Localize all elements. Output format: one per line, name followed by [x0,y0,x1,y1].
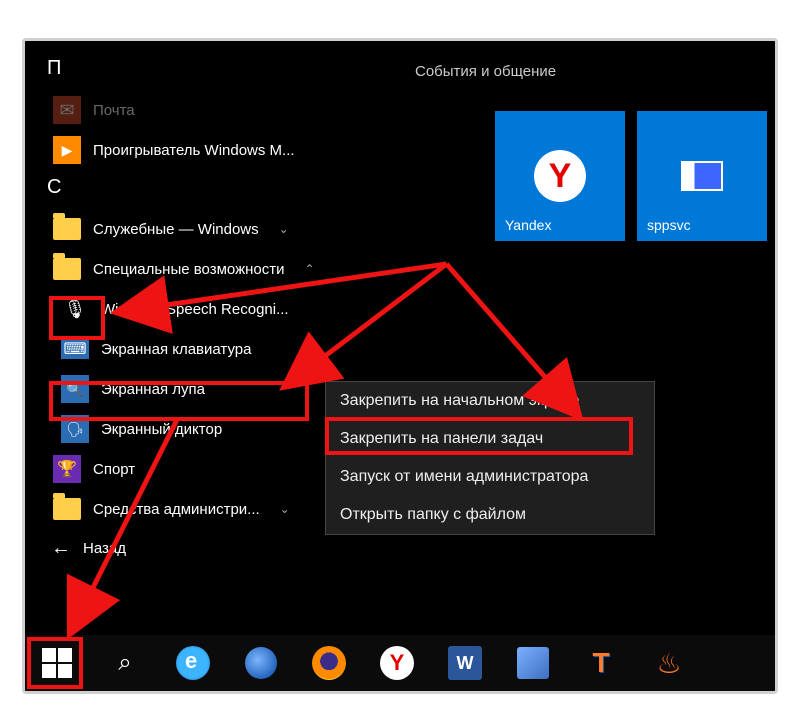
tile-label: sppsvc [647,217,691,233]
taskbar-ie[interactable] [169,641,217,685]
taskbar: ⌕ Y W T ♨ [25,635,775,691]
windows-logo-icon [42,648,72,678]
app-label: Экранная клавиатура [101,341,251,358]
context-open-folder[interactable]: Открыть папку с файлом [326,496,654,534]
tt-icon: T [592,647,609,679]
tile-yandex[interactable]: Y Yandex [495,111,625,241]
tile-label: Yandex [505,217,551,233]
app-ease-folder[interactable]: Специальные возможности ⌃ [45,249,365,289]
app-sport[interactable]: Спорт [45,449,365,489]
search-icon: ⌕ [118,649,131,677]
context-pin-taskbar[interactable]: Закрепить на панели задач [326,420,654,458]
back-arrow-icon: ← [51,537,71,560]
context-menu: Закрепить на начальном экране Закрепить … [325,381,655,535]
yandex-icon: Y [534,150,586,202]
app-label: Специальные возможности [93,261,285,278]
taskbar-tt[interactable]: T [577,641,625,685]
tiles-group-header[interactable]: События и общение [415,63,556,80]
firefox-icon [312,646,346,680]
app-magnifier[interactable]: Экранная лупа [45,369,365,409]
app-admin-tools[interactable]: Средства администри... ⌄ [45,489,365,529]
app-label: Windows Speech Recogni... [101,301,289,318]
taskbar-burn[interactable]: ♨ [645,641,693,685]
app-narrator[interactable]: Экранный диктор [45,409,365,449]
context-run-admin[interactable]: Запуск от имени администратора [326,458,654,496]
letter-header-p[interactable]: П [45,51,365,90]
flame-icon: ♨ [656,647,681,680]
app-label: Почта [93,102,135,119]
chevron-down-icon: ⌄ [280,502,290,516]
back-button[interactable]: ← Назад [45,529,365,560]
chevron-up-icon: ⌃ [305,262,315,276]
app-label: Проигрыватель Windows M... [93,142,295,159]
start-button[interactable] [33,641,81,685]
app-speech[interactable]: Windows Speech Recogni... [45,289,365,329]
globe-icon [245,647,277,679]
trophy-icon [53,455,81,483]
app-system-folder[interactable]: Служебные — Windows ⌄ [45,209,365,249]
app-icon [517,647,549,679]
app-label: Экранная лупа [101,381,205,398]
context-pin-start[interactable]: Закрепить на начальном экране [326,382,654,420]
taskbar-word[interactable]: W [441,641,489,685]
taskbar-search-button[interactable]: ⌕ [101,641,149,685]
taskbar-yandex[interactable]: Y [373,641,421,685]
folder-icon [53,258,81,280]
app-label: Служебные — Windows [93,221,259,238]
app-label: Средства администри... [93,501,260,518]
app-label: Экранный диктор [101,421,222,438]
taskbar-app[interactable] [509,641,557,685]
sppsvc-icon [681,161,723,191]
app-label: Спорт [93,461,135,478]
app-mail[interactable]: Почта [45,90,365,130]
keyboard-icon [61,339,89,359]
mic-icon [61,295,89,323]
magnifier-icon [61,375,89,403]
back-label: Назад [83,540,126,557]
taskbar-firefox[interactable] [305,641,353,685]
taskbar-browser[interactable] [237,641,285,685]
narrator-icon [61,415,89,443]
folder-icon [53,218,81,240]
app-onscreen-keyboard[interactable]: Экранная клавиатура [45,329,365,369]
ie-icon [176,646,210,680]
wmp-icon [53,136,81,164]
word-icon: W [448,646,482,680]
letter-header-s[interactable]: С [45,170,365,209]
mail-icon [53,96,81,124]
yandex-icon: Y [380,646,414,680]
app-wmp[interactable]: Проигрыватель Windows M... [45,130,365,170]
tile-sppsvc[interactable]: sppsvc [637,111,767,241]
folder-icon [53,498,81,520]
chevron-down-icon: ⌄ [279,222,289,236]
